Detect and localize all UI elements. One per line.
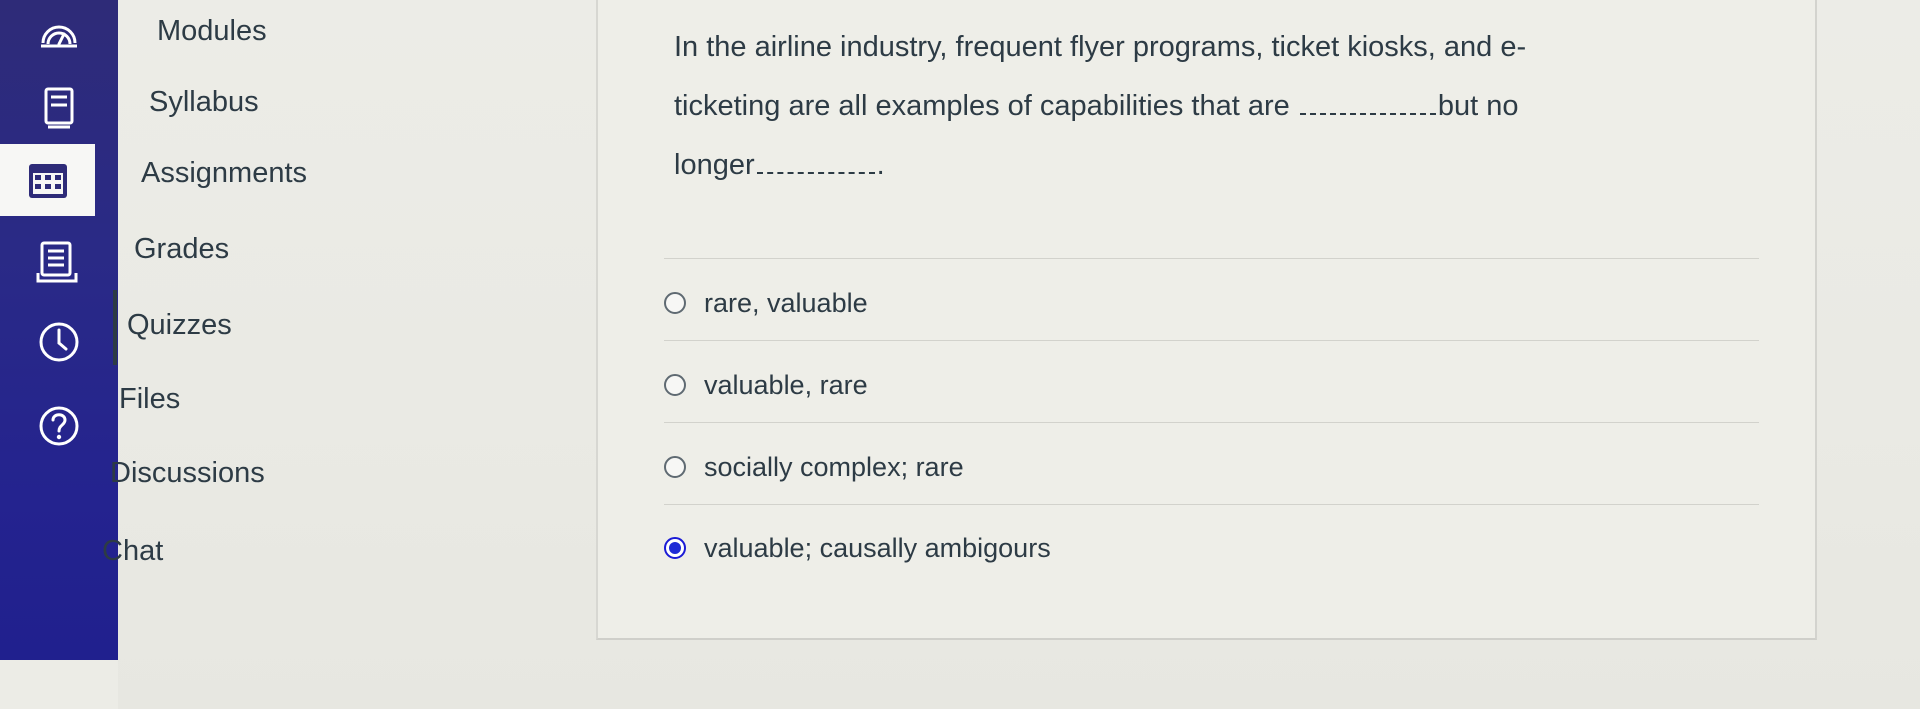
course-nav-chat[interactable]: Chat bbox=[102, 535, 163, 568]
question-text-part3: but no bbox=[1437, 90, 1519, 122]
global-nav-dashboard[interactable] bbox=[0, 0, 118, 72]
course-nav-grades[interactable]: Grades bbox=[134, 233, 229, 266]
answer-blank-1 bbox=[1299, 91, 1436, 115]
answer-option-4[interactable]: valuable; causally ambigours bbox=[664, 511, 1759, 585]
global-nav-help[interactable] bbox=[0, 390, 118, 462]
global-nav-inbox[interactable] bbox=[0, 226, 118, 298]
dashboard-icon bbox=[41, 25, 77, 48]
answer-label: socially complex; rare bbox=[704, 451, 964, 482]
course-nav-discussions[interactable]: Discussions bbox=[110, 457, 265, 490]
course-nav-assignments[interactable]: Assignments bbox=[141, 157, 307, 190]
global-nav-history[interactable] bbox=[0, 306, 118, 378]
help-icon bbox=[39, 406, 79, 446]
answer-option-2[interactable]: valuable, rare bbox=[664, 348, 1759, 422]
question-text-part2: ticketing are all examples of capabiliti… bbox=[674, 90, 1290, 122]
app-window: Modules Syllabus Assignments Grades Quiz… bbox=[0, 0, 1920, 709]
radio-button[interactable] bbox=[664, 292, 686, 314]
answer-divider bbox=[664, 258, 1759, 259]
answer-divider bbox=[664, 422, 1759, 423]
global-nav-calendar[interactable] bbox=[0, 144, 95, 216]
question-text-part5: . bbox=[876, 149, 885, 181]
radio-button[interactable] bbox=[664, 374, 686, 396]
answer-divider bbox=[664, 504, 1759, 505]
question-text-part1: In the airline industry, frequent flyer … bbox=[674, 31, 1527, 63]
answer-divider bbox=[664, 340, 1759, 341]
clock-icon bbox=[39, 322, 79, 362]
inbox-icon bbox=[36, 241, 78, 283]
course-nav-quizzes[interactable]: Quizzes bbox=[127, 309, 232, 342]
course-nav-files[interactable]: Files bbox=[119, 383, 180, 416]
course-nav-modules[interactable]: Modules bbox=[157, 15, 267, 48]
rail-spacer bbox=[0, 660, 118, 709]
calendar-icon bbox=[28, 164, 67, 198]
answer-blank-2 bbox=[756, 150, 875, 174]
answer-label: valuable; causally ambigours bbox=[704, 532, 1051, 563]
answer-option-3[interactable]: socially complex; rare bbox=[664, 430, 1759, 504]
answer-option-1[interactable]: rare, valuable bbox=[664, 266, 1759, 340]
book-icon bbox=[44, 87, 74, 129]
active-nav-indicator bbox=[113, 290, 117, 365]
answer-label: valuable, rare bbox=[704, 369, 868, 400]
radio-button[interactable] bbox=[664, 456, 686, 478]
global-nav bbox=[0, 0, 118, 709]
course-nav-syllabus[interactable]: Syllabus bbox=[149, 86, 259, 119]
answer-label: rare, valuable bbox=[704, 287, 868, 318]
question-panel: In the airline industry, frequent flyer … bbox=[596, 0, 1817, 640]
question-text-part4: longer bbox=[674, 149, 755, 181]
radio-button-selected[interactable] bbox=[664, 537, 686, 559]
question-text: In the airline industry, frequent flyer … bbox=[674, 18, 1684, 195]
global-nav-courses[interactable] bbox=[0, 72, 118, 144]
